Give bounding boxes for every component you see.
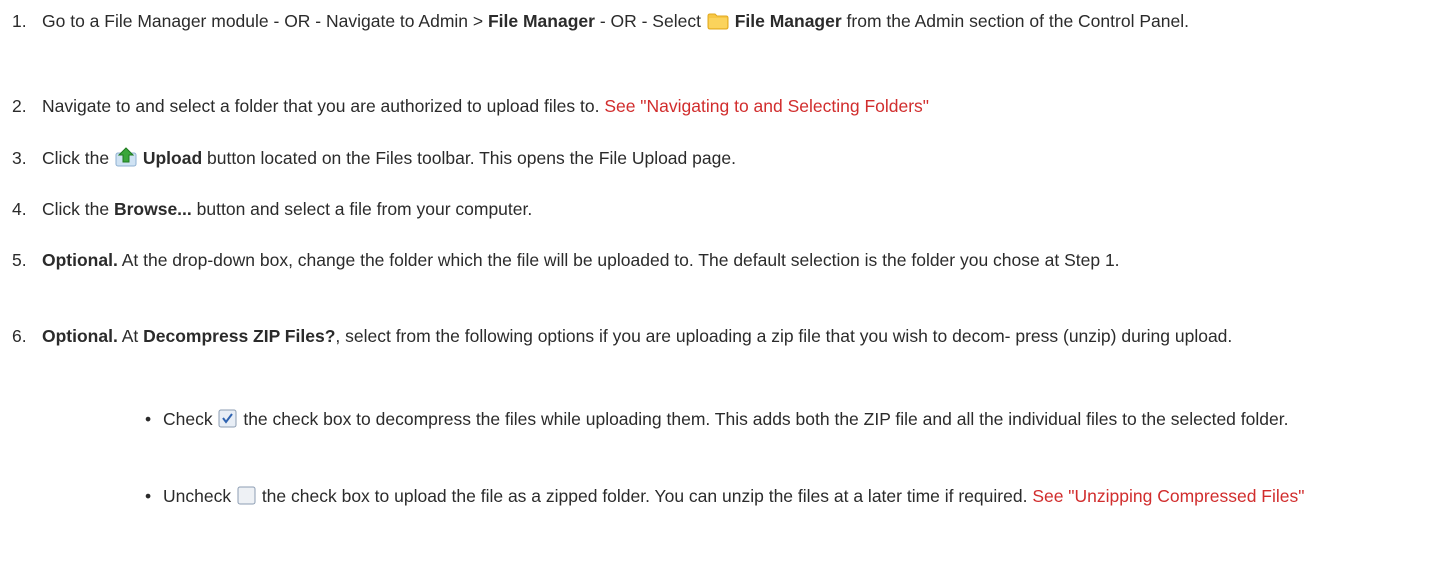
bold-term: Decompress ZIP Files? [143, 326, 336, 346]
bold-term: Optional. [42, 326, 118, 346]
step-text: Optional. At the drop-down box, change t… [42, 250, 1120, 270]
bullet-check: • Check the check box to decompress the … [145, 407, 1435, 431]
step-text: Navigate to and select a folder that you… [42, 96, 930, 116]
step-number: 6. [12, 326, 27, 346]
bullet-uncheck: • Uncheck the check box to upload the fi… [145, 484, 1435, 508]
step-number: 5. [12, 250, 27, 270]
bold-term: Upload [142, 148, 203, 168]
step-text: Click the Upload button located on the F… [42, 147, 736, 168]
bullet-text: Check the check box to decompress the fi… [163, 409, 1289, 429]
checkbox-checked-icon [218, 409, 237, 428]
step-text: Click the Browse... button and select a … [42, 199, 533, 219]
step-number: 2. [12, 96, 27, 116]
step-text: Optional. At Decompress ZIP Files?, sele… [42, 326, 1233, 346]
bold-term: Browse... [113, 199, 192, 219]
bold-term: File Manager [734, 11, 842, 31]
step-5: 5. Optional. At the drop-down box, chang… [12, 248, 1437, 272]
step-text: Go to a File Manager module - OR - Navig… [42, 11, 1189, 31]
bullet-dot: • [145, 486, 152, 506]
navigating-folders-link[interactable]: See "Navigating to and Selecting Folders… [604, 96, 929, 116]
help-document: 1. Go to a File Manager module - OR - Na… [0, 0, 1450, 562]
step-3: 3. Click the Upload button located on th… [12, 146, 1437, 170]
step-number: 3. [12, 148, 27, 168]
checkbox-unchecked-icon [237, 486, 256, 505]
step-number: 4. [12, 199, 27, 219]
upload-icon [115, 147, 137, 167]
step-1: 1. Go to a File Manager module - OR - Na… [12, 9, 1437, 33]
step-2: 2. Navigate to and select a folder that … [12, 94, 1437, 118]
bold-term: Optional. [42, 250, 118, 270]
bullet-text: Uncheck the check box to upload the file… [163, 486, 1305, 506]
folder-icon [707, 13, 729, 30]
bold-term: File Manager [487, 11, 595, 31]
unzipping-files-link[interactable]: See "Unzipping Compressed Files" [1032, 486, 1304, 506]
bullet-dot: • [145, 409, 152, 429]
step-6: 6. Optional. At Decompress ZIP Files?, s… [12, 324, 1437, 348]
step-number: 1. [12, 11, 27, 31]
step-4: 4. Click the Browse... button and select… [12, 197, 1437, 221]
